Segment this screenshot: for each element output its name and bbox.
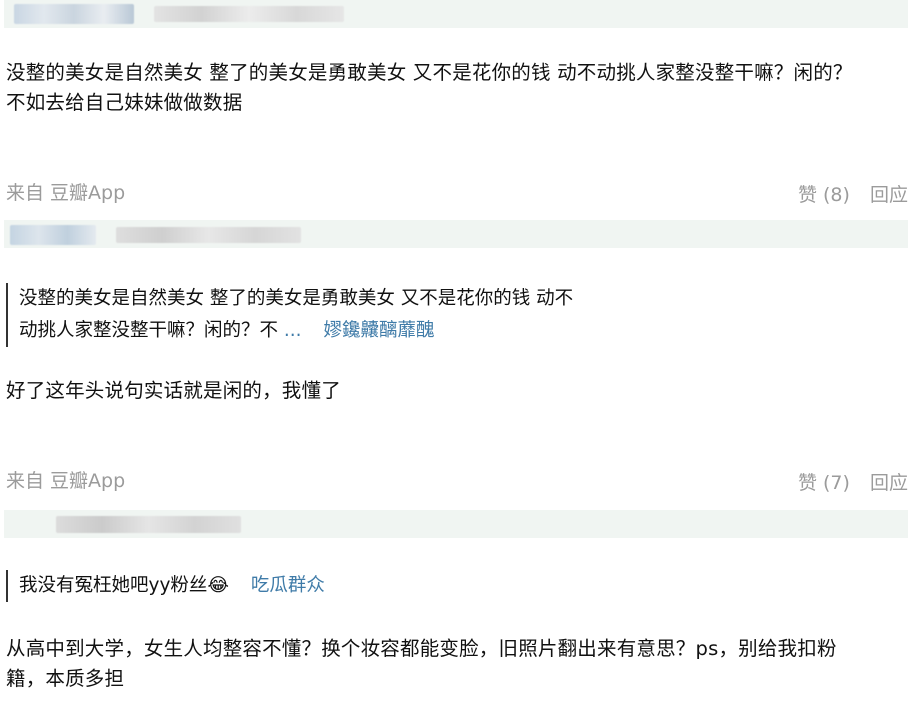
blurred-username (116, 227, 301, 243)
quoted-reply-1: 没整的美女是自然美女 整了的美女是勇敢美女 又不是花你的钱 动不 动挑人家整没整… (6, 283, 573, 347)
blurred-username (56, 516, 241, 533)
reply-button[interactable]: 回应 (870, 184, 908, 206)
quote-line: 没整的美女是自然美女 整了的美女是勇敢美女 又不是花你的钱 动不 (19, 288, 574, 309)
comment-meta-1: 来自 豆瓣App 赞 (8) 回应 (6, 178, 908, 207)
comment-header-3 (4, 510, 908, 538)
source-label: 来自 豆瓣App (6, 182, 126, 204)
blurred-avatar (14, 4, 134, 24)
quote-line: 动挑人家整没整干嘛？闲的？不 (19, 320, 279, 341)
quoted-reply-2: 我没有冤枉她吧yy粉丝😂 吃瓜群众 (6, 570, 325, 602)
comment-body-line: 好了这年头说句实话就是闲的，我懂了 (6, 379, 341, 402)
comment-body-line: 籍，本质多担 (6, 667, 125, 690)
comment-header-1 (4, 0, 908, 28)
comment-actions: 赞 (7) 回应 (798, 468, 908, 495)
comment-body-line: 不如去给自己妹妹做做数据 (6, 91, 243, 114)
quote-line: 我没有冤枉她吧yy粉丝😂 (19, 575, 230, 596)
expand-quote-link[interactable]: ... (284, 320, 302, 341)
comment-meta-2: 来自 豆瓣App 赞 (7) 回应 (6, 466, 908, 495)
blurred-avatar (10, 225, 96, 245)
comment-header-2 (4, 220, 908, 248)
source-label: 来自 豆瓣App (6, 470, 126, 492)
comment-body-line: 没整的美女是自然美女 整了的美女是勇敢美女 又不是花你的钱 动不动挑人家整没整干… (6, 61, 853, 84)
blurred-username (154, 6, 344, 22)
quote-author-link[interactable]: 嫪鑱齉醨蘼醜 (323, 320, 434, 341)
comment-body-3: 从高中到大学，女生人均整容不懂？换个妆容都能变脸，旧照片翻出来有意思？ps，别给… (6, 634, 902, 694)
comment-actions: 赞 (8) 回应 (798, 180, 908, 207)
reply-button[interactable]: 回应 (870, 472, 908, 494)
comment-body-1: 没整的美女是自然美女 整了的美女是勇敢美女 又不是花你的钱 动不动挑人家整没整干… (6, 58, 902, 118)
quote-author-link[interactable]: 吃瓜群众 (251, 575, 325, 596)
like-button[interactable]: 赞 (7) (798, 472, 850, 494)
comment-body-line: 从高中到大学，女生人均整容不懂？换个妆容都能变脸，旧照片翻出来有意思？ps，别给… (6, 637, 837, 660)
comment-body-2: 好了这年头说句实话就是闲的，我懂了 (6, 376, 902, 406)
like-button[interactable]: 赞 (8) (798, 184, 850, 206)
